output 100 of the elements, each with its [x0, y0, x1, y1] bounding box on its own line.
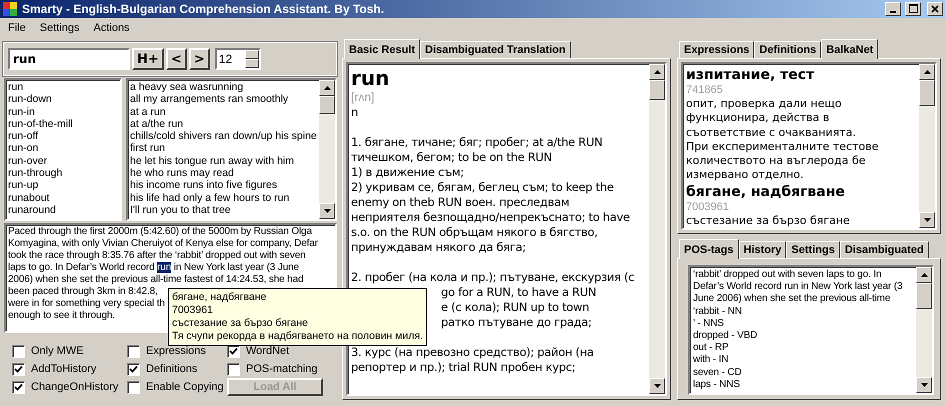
scroll-thumb[interactable] [916, 283, 932, 309]
tab[interactable]: POS-tags [679, 239, 739, 259]
selected-word[interactable]: run [157, 262, 172, 273]
definition-line: е (с кола); RUN up to town [441, 300, 590, 315]
scrollbar[interactable] [649, 64, 665, 394]
tab[interactable]: Disambiguated Translation [420, 41, 571, 58]
list-item[interactable]: run-of-the-mill [8, 118, 118, 130]
list-item[interactable]: run-in [8, 106, 118, 118]
tab[interactable]: Settings [786, 241, 840, 258]
toolbar-button[interactable]: H+ [132, 48, 164, 70]
definition-line: 3. курс (на превозно средство); район (на [351, 345, 594, 360]
text-line: Paced through the first 2000m (5:42.60) of the 5000m by Russian Olga [8, 226, 312, 238]
tab[interactable]: Definitions [754, 41, 822, 58]
down-arrow-icon [654, 384, 660, 388]
tooltip-line: бягане, надбягване [172, 291, 266, 304]
list-item[interactable]: run-over [8, 154, 118, 168]
list-item[interactable]: run-up [8, 179, 118, 192]
list-item[interactable]: at a run [130, 106, 317, 118]
list-item[interactable]: he let his tongue run away with him [130, 154, 317, 168]
maximize-button[interactable] [905, 2, 921, 16]
checkbox[interactable] [12, 362, 25, 376]
definition-line: ратко пътуване до града; [441, 315, 592, 330]
menu-item[interactable]: File [8, 22, 26, 34]
up-arrow-icon [920, 273, 928, 277]
definition-line: enemy on theb RUN воен. преследвам [351, 195, 570, 210]
menu-item[interactable]: Settings [40, 22, 80, 34]
synset-text: опит, проверка дали нещо [686, 97, 843, 112]
text-line: laps to go. In Defar’s World record run in New York last year (3 June [8, 262, 299, 274]
checkbox-label: AddToHistory [31, 363, 96, 375]
scroll-down-button[interactable] [649, 378, 665, 394]
scroll-thumb[interactable] [319, 96, 335, 114]
menu-item[interactable]: Actions [93, 22, 130, 34]
close-icon [931, 4, 939, 13]
scrollbar[interactable] [916, 267, 932, 393]
list-item[interactable]: his life had only a few hours to run [130, 192, 317, 204]
tab[interactable]: History [738, 241, 786, 258]
scrollbar[interactable] [319, 80, 335, 219]
close-button[interactable] [927, 2, 943, 16]
window-title: Smarty - English-Bulgarian Comprehension Assistant. By Tosh. [22, 2, 386, 16]
check-icon [129, 364, 138, 374]
list-item[interactable]: he who runs may read [130, 167, 317, 180]
list-item[interactable]: runaround [8, 204, 118, 216]
scroll-down-button[interactable] [916, 377, 932, 393]
spin-down-button[interactable] [244, 59, 259, 68]
checkbox[interactable] [12, 344, 25, 358]
list-item[interactable]: all my arrangements ran smoothly [130, 93, 317, 106]
checkbox-label: WordNet [246, 345, 290, 357]
minimize-button[interactable] [885, 2, 901, 16]
tab[interactable]: BalkaNet [821, 39, 878, 59]
scroll-thumb[interactable] [919, 80, 935, 106]
scroll-down-button[interactable] [319, 203, 335, 219]
tab[interactable]: Basic Result [344, 39, 420, 59]
text-line: enough to see it through. [8, 310, 115, 322]
toolbar-button[interactable]: > [188, 48, 210, 70]
scroll-up-button[interactable] [916, 267, 932, 283]
definition-line: s.o. on the RUN обръщам някого в бягство, [351, 225, 598, 240]
pos-tag-line: seven - CD [693, 366, 743, 379]
checkbox-label: POS-matching [246, 363, 318, 375]
list-item[interactable]: his income runs into five figures [130, 179, 317, 192]
scrollbar[interactable] [919, 64, 935, 228]
list-item[interactable]: chills/cold shivers ran down/up his spine [130, 130, 317, 142]
scroll-up-button[interactable] [919, 64, 935, 80]
list-item[interactable]: first run [130, 142, 317, 155]
tooltip-line: състезание за бързо бягане [172, 317, 308, 330]
list-item[interactable]: run-on [8, 142, 118, 155]
scroll-thumb[interactable] [649, 80, 665, 100]
transcription: [rʌn] [351, 90, 376, 105]
scroll-up-button[interactable] [649, 64, 665, 80]
checkbox[interactable] [127, 380, 140, 394]
list-item[interactable]: at a/the run [130, 118, 317, 130]
pos-tag-line: out - RP [693, 342, 730, 354]
up-arrow-icon [924, 70, 930, 74]
pos-tag-line: dropped - VBD [693, 330, 758, 342]
list-item[interactable]: runabout [8, 192, 118, 204]
down-arrow-icon [920, 383, 928, 387]
checkbox[interactable] [227, 362, 240, 376]
checkbox[interactable] [127, 344, 140, 358]
scroll-down-button[interactable] [919, 212, 935, 228]
number-spinner[interactable]: 12 [214, 48, 261, 70]
list-item[interactable]: a heavy sea wasrunning [130, 81, 317, 94]
tab[interactable]: Expressions [679, 41, 754, 58]
synset-id: 741865 [686, 84, 724, 97]
definition-line: принуждавам някого да бяга; [351, 240, 526, 255]
list-item[interactable]: run-off [8, 130, 118, 142]
list-item[interactable]: run-down [8, 93, 118, 106]
up-arrow-icon [654, 70, 660, 74]
tab[interactable]: Disambiguated [840, 241, 929, 258]
definition-line: тичешком, бегом; to be on the RUN [351, 150, 552, 165]
spin-up-button[interactable] [244, 50, 259, 59]
checkbox[interactable] [12, 380, 25, 394]
toolbar-button[interactable]: < [166, 48, 187, 70]
pos-tag-line: ‘rabbit - NN [693, 306, 743, 318]
tooltip-line: 7003961 [172, 304, 213, 317]
scroll-up-button[interactable] [319, 80, 335, 96]
list-item[interactable]: run [8, 81, 118, 94]
list-item[interactable]: I'll run you to that tree [130, 204, 317, 216]
checkbox-label: Only MWE [31, 345, 84, 357]
search-field[interactable]: run [8, 48, 130, 70]
checkbox[interactable] [127, 362, 140, 376]
list-item[interactable]: run-through [8, 167, 118, 180]
